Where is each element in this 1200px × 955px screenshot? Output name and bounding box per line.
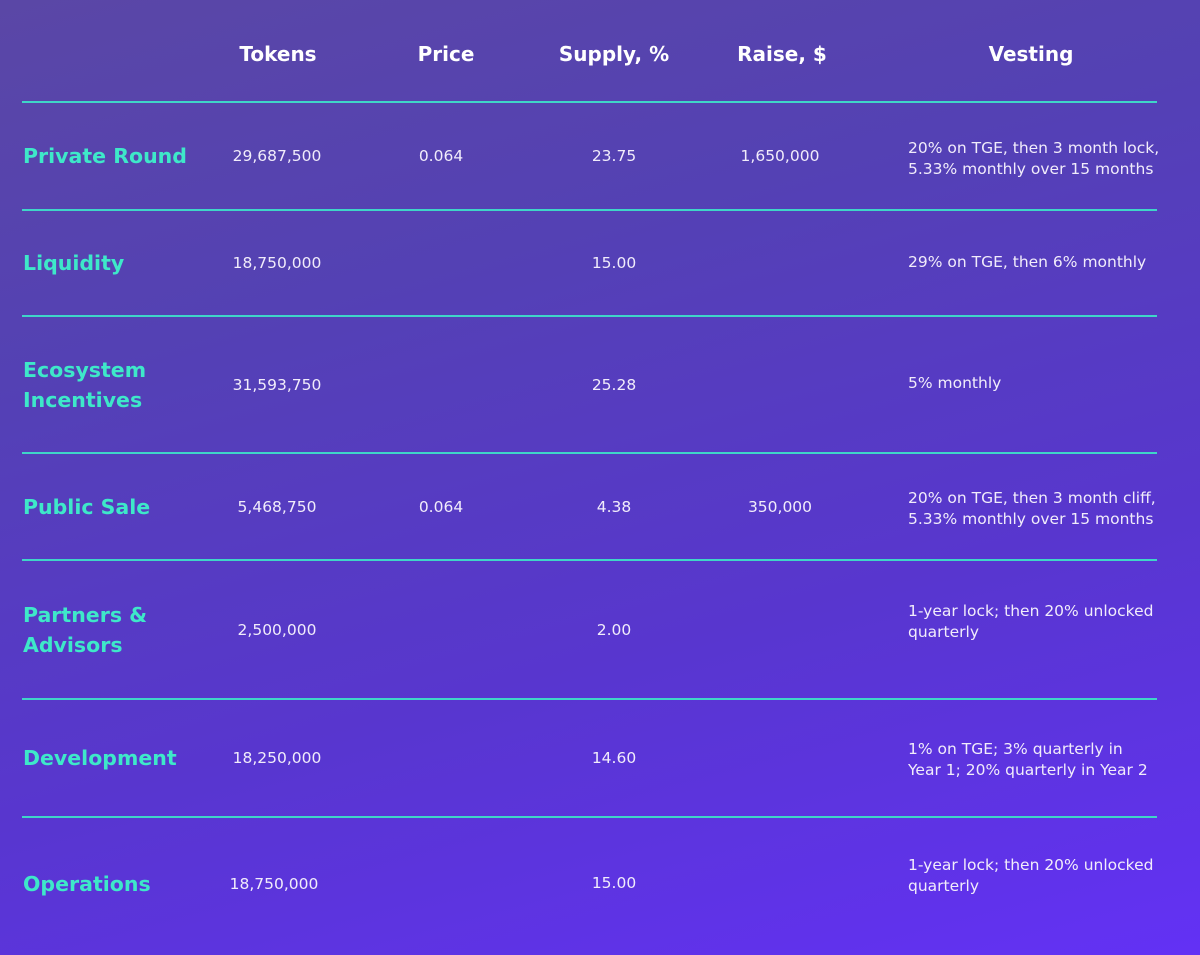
- raise-cell: 1,650,000: [740, 147, 820, 165]
- table-row: Liquidity 18,750,000 15.00 29% on TGE, t…: [0, 211, 1200, 315]
- tokens-cell: 18,250,000: [232, 749, 322, 767]
- vesting-cell: 5% monthly: [908, 373, 1178, 394]
- vesting-line: 1-year lock; then 20% unlocked: [908, 856, 1154, 874]
- vesting-line: 5% monthly: [908, 374, 1002, 392]
- tokens-cell: 18,750,000: [232, 254, 322, 272]
- row-label: Ecosystem Incentives: [23, 355, 203, 415]
- table-row: Operations 18,750,000 15.00 1-year lock;…: [0, 818, 1200, 950]
- row-label: Public Sale: [23, 494, 151, 519]
- header-price: Price: [417, 42, 475, 66]
- vesting-line: quarterly: [908, 877, 979, 895]
- price-cell: 0.064: [418, 147, 464, 165]
- header-raise: Raise, $: [737, 42, 827, 66]
- row-label-line: Partners &: [23, 602, 148, 627]
- row-label-line: Advisors: [23, 632, 123, 657]
- row-label: Private Round: [23, 144, 187, 168]
- supply-cell: 25.28: [591, 375, 637, 394]
- vesting-line: 1-year lock; then 20% unlocked: [908, 602, 1154, 620]
- supply-cell: 14.60: [591, 749, 637, 767]
- row-label: Liquidity: [23, 251, 125, 275]
- vesting-line: 20% on TGE, then 3 month cliff,: [908, 489, 1156, 507]
- tokens-cell: 29,687,500: [232, 147, 322, 165]
- row-label: Operations: [23, 872, 151, 896]
- header-supply: Supply, %: [558, 42, 670, 66]
- vesting-line: 1% on TGE; 3% quarterly in: [908, 740, 1123, 758]
- vesting-line: 29% on TGE, then 6% monthly: [908, 253, 1147, 271]
- supply-cell: 15.00: [591, 873, 637, 892]
- row-label: Development: [23, 746, 177, 770]
- vesting-line: 5.33% monthly over 15 months: [908, 160, 1154, 178]
- vesting-cell: 29% on TGE, then 6% monthly: [908, 252, 1178, 273]
- row-label-line: Ecosystem: [23, 357, 147, 382]
- table-row: Ecosystem Incentives 31,593,750 25.28 5%…: [0, 317, 1200, 452]
- vesting-line: Year 1; 20% quarterly in Year 2: [908, 761, 1148, 779]
- raise-cell: 350,000: [747, 497, 813, 516]
- table-header: Tokens Price Supply, % Raise, $ Vesting: [0, 0, 1200, 103]
- table-row: Development 18,250,000 14.60 1% on TGE; …: [0, 700, 1200, 816]
- supply-cell: 23.75: [591, 147, 637, 165]
- price-cell: 0.064: [418, 497, 464, 516]
- vesting-cell: 20% on TGE, then 3 month cliff, 5.33% mo…: [908, 488, 1178, 530]
- table-row: Public Sale 5,468,750 0.064 4.38 350,000…: [0, 454, 1200, 559]
- table-row: Partners & Advisors 2,500,000 2.00 1-yea…: [0, 561, 1200, 698]
- vesting-line: 5.33% monthly over 15 months: [908, 510, 1154, 528]
- vesting-line: quarterly: [908, 623, 979, 641]
- supply-cell: 4.38: [596, 497, 632, 516]
- tokens-cell: 5,468,750: [237, 497, 317, 516]
- row-label-line: Incentives: [23, 387, 143, 412]
- vesting-cell: 1-year lock; then 20% unlocked quarterly: [908, 601, 1178, 643]
- header-tokens: Tokens: [239, 42, 317, 66]
- tokens-cell: 31,593,750: [232, 375, 322, 394]
- tokens-cell: 18,750,000: [229, 875, 319, 893]
- row-label: Partners & Advisors: [23, 600, 203, 660]
- vesting-line: 20% on TGE, then 3 month lock,: [908, 139, 1160, 157]
- vesting-cell: 1% on TGE; 3% quarterly in Year 1; 20% q…: [908, 739, 1178, 781]
- tokens-cell: 2,500,000: [237, 620, 317, 639]
- vesting-cell: 20% on TGE, then 3 month lock, 5.33% mon…: [908, 138, 1178, 180]
- supply-cell: 15.00: [591, 254, 637, 272]
- supply-cell: 2.00: [596, 620, 632, 639]
- header-vesting: Vesting: [988, 42, 1074, 66]
- vesting-cell: 1-year lock; then 20% unlocked quarterly: [908, 855, 1178, 897]
- table-row: Private Round 29,687,500 0.064 23.75 1,6…: [0, 103, 1200, 209]
